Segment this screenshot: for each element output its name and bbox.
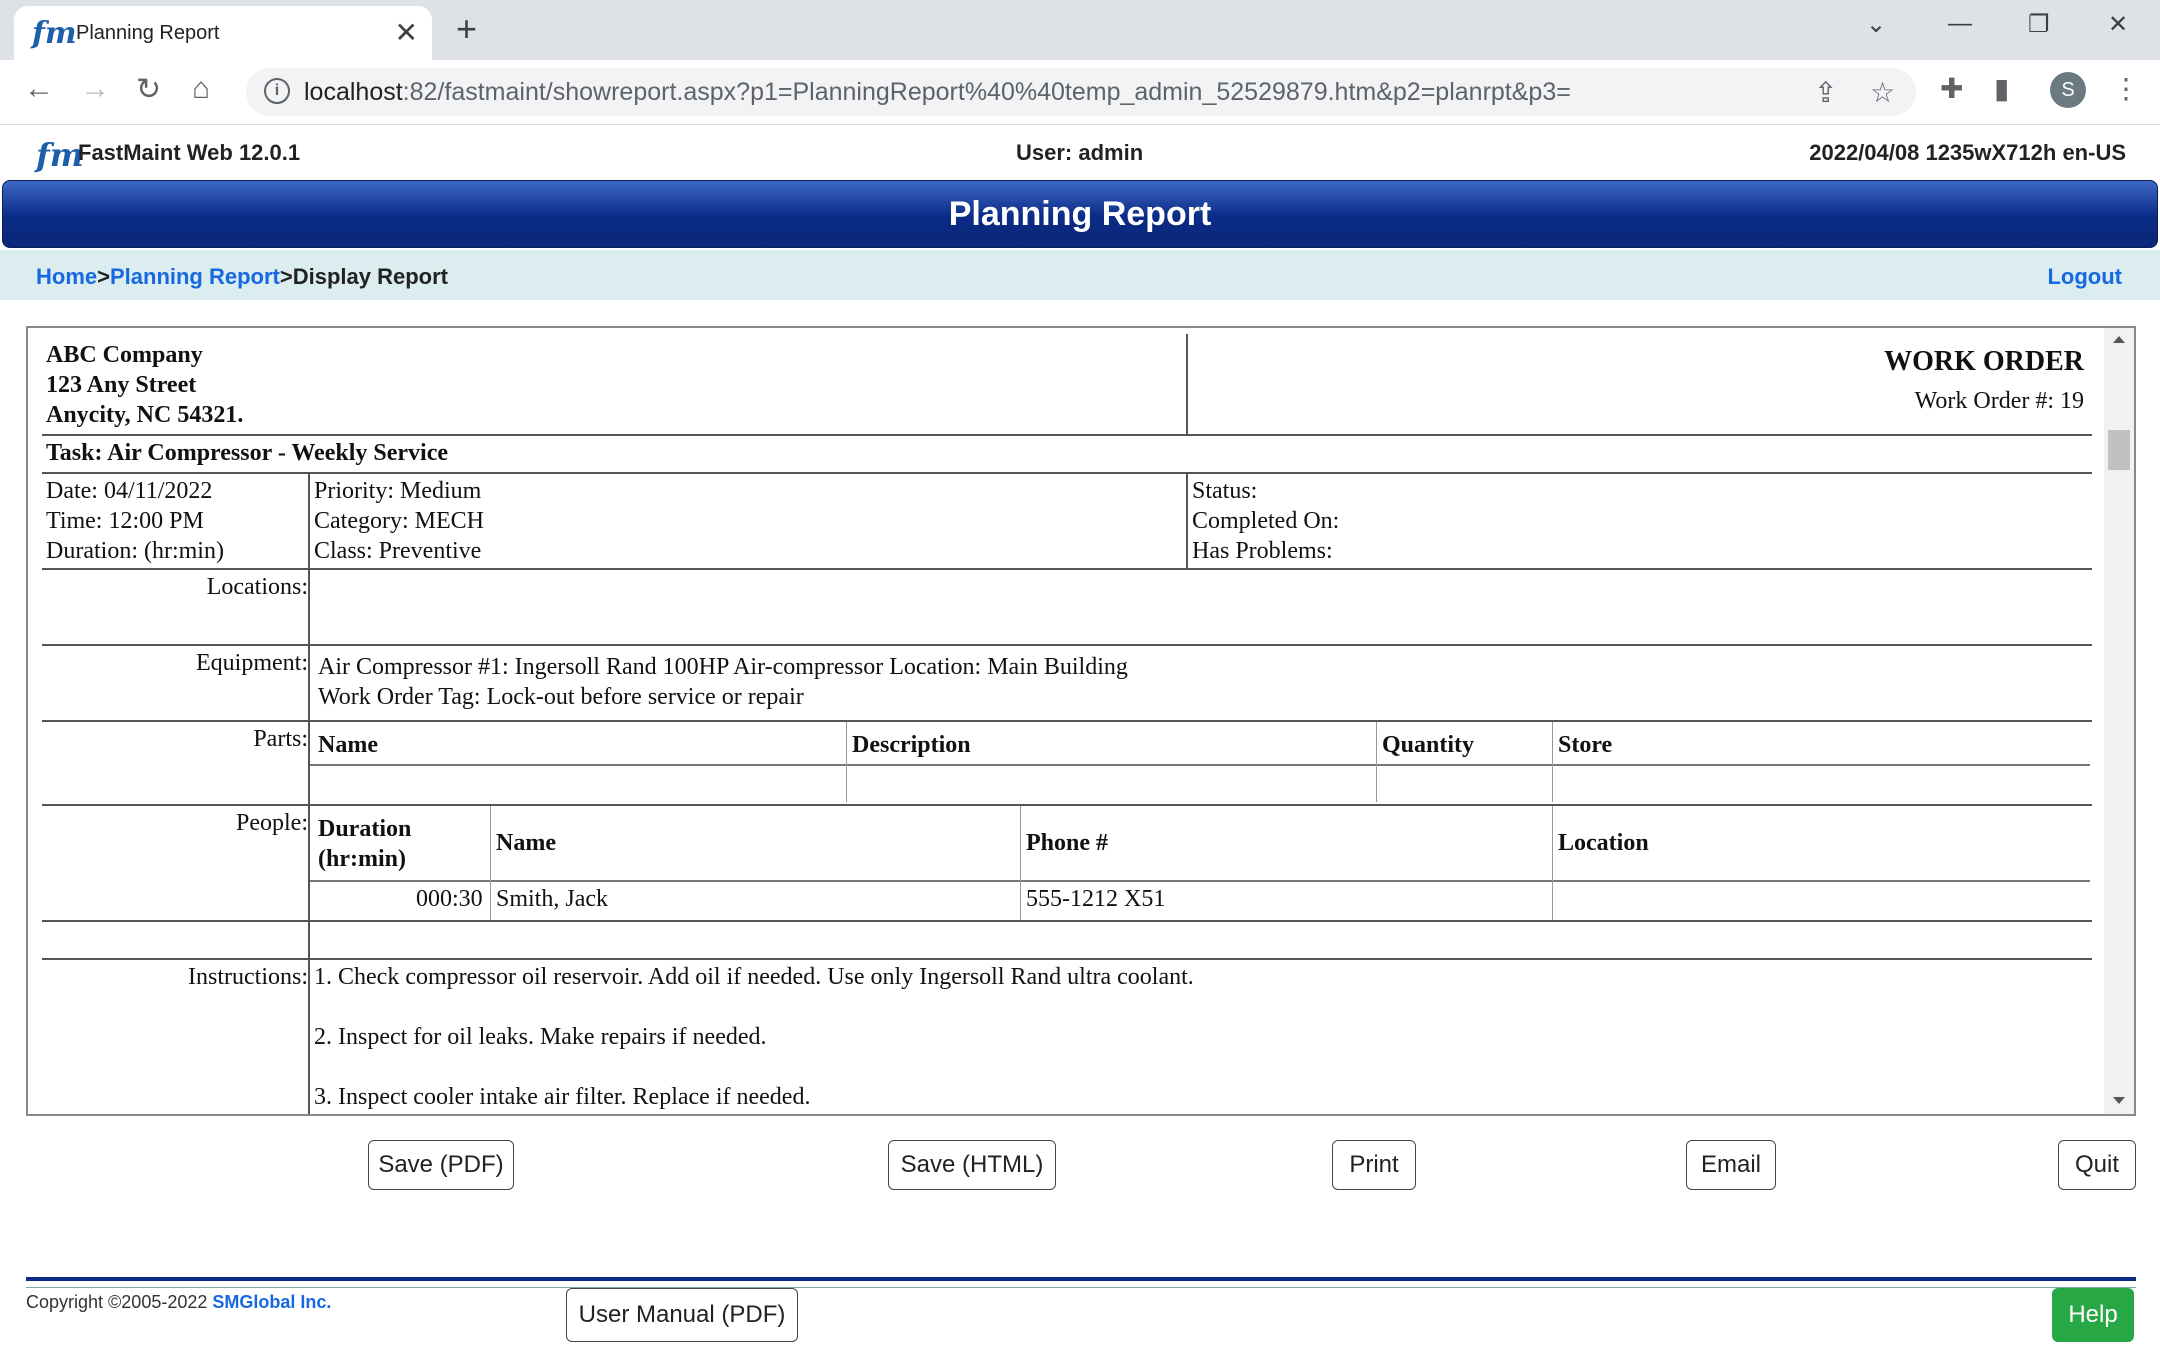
breadcrumb-separator: >: [97, 264, 110, 289]
has-problems-value: Has Problems:: [1192, 538, 1333, 564]
people-header-name: Name: [496, 830, 556, 856]
save-html-button[interactable]: Save (HTML): [888, 1140, 1056, 1190]
schedule-info: Date: 04/11/2022 Time: 12:00 PM Duration…: [46, 476, 224, 566]
status-info: Status: Completed On: Has Problems:: [1192, 476, 1339, 566]
locations-label: Locations:: [206, 574, 308, 600]
report-scrollbar[interactable]: [2104, 328, 2134, 1114]
user-manual-button[interactable]: User Manual (PDF): [566, 1288, 798, 1342]
tab-search-icon[interactable]: ⌄: [1866, 10, 1886, 39]
people-header-duration-line1: Duration: [318, 816, 412, 842]
email-button[interactable]: Email: [1686, 1140, 1776, 1190]
home-icon[interactable]: ⌂: [192, 72, 210, 106]
forward-icon[interactable]: →: [80, 72, 110, 106]
page-title-bar: Planning Report: [2, 180, 2158, 248]
breadcrumb-current: Display Report: [292, 264, 448, 289]
parts-header-description: Description: [852, 732, 971, 758]
copyright-text: Copyright ©2005-2022: [26, 1292, 213, 1312]
footer-divider: [26, 1277, 2136, 1288]
breadcrumb-planning-link[interactable]: Planning Report: [110, 264, 280, 289]
company-address: ABC Company 123 Any Street Anycity, NC 5…: [46, 340, 243, 430]
restore-icon[interactable]: ❐: [2028, 10, 2050, 39]
people-header-location: Location: [1558, 830, 1649, 856]
equipment-label: Equipment:: [196, 650, 308, 676]
instruction-item: 1. Check compressor oil reservoir. Add o…: [314, 964, 1194, 990]
tab-close-icon[interactable]: ✕: [395, 16, 418, 49]
app-header: fm FastMaint Web 12.0.1 User: admin 2022…: [0, 124, 2160, 180]
people-header-phone: Phone #: [1026, 830, 1109, 856]
parts-header-name: Name: [318, 732, 378, 758]
breadcrumb: Home>Planning Report>Display Report: [36, 264, 448, 290]
parts-header-store: Store: [1558, 732, 1613, 758]
page-title: Planning Report: [948, 195, 1212, 233]
scroll-down-arrow-icon[interactable]: [2113, 1097, 2125, 1104]
category-value: Category: MECH: [314, 508, 484, 534]
url-text[interactable]: localhost:82/fastmaint/showreport.aspx?p…: [304, 78, 1571, 107]
extensions-icon[interactable]: ✚: [1940, 72, 1963, 105]
app-name: FastMaint Web 12.0.1: [78, 140, 301, 165]
people-label: People:: [236, 810, 308, 836]
people-row-name: Smith, Jack: [496, 886, 608, 912]
date-value: Date: 04/11/2022: [46, 478, 213, 504]
time-value: Time: 12:00 PM: [46, 508, 204, 534]
duration-value: Duration: (hr:min): [46, 538, 224, 564]
classification-info: Priority: Medium Category: MECH Class: P…: [314, 476, 484, 566]
work-order-tag: Work Order Tag: Lock-out before service …: [318, 684, 804, 710]
browser-tab[interactable]: fm Planning Report ✕: [14, 6, 432, 60]
completed-on-value: Completed On:: [1192, 508, 1340, 534]
bookmark-star-icon[interactable]: ☆: [1870, 76, 1895, 109]
print-button[interactable]: Print: [1332, 1140, 1416, 1190]
scroll-thumb[interactable]: [2108, 430, 2130, 470]
save-pdf-button[interactable]: Save (PDF): [368, 1140, 514, 1190]
instruction-item: 2. Inspect for oil leaks. Make repairs i…: [314, 1024, 767, 1050]
people-header-duration: Duration (hr:min): [318, 814, 411, 874]
status-value: Status:: [1192, 478, 1258, 504]
company-city: Anycity, NC 54321.: [46, 402, 244, 428]
profile-avatar[interactable]: S: [2050, 72, 2086, 108]
people-header-duration-line2: (hr:min): [318, 846, 406, 872]
document-title: WORK ORDER: [1884, 346, 2084, 377]
people-row-duration: 000:30: [416, 886, 483, 912]
menu-kebab-icon[interactable]: ⋮: [2112, 72, 2140, 105]
company-name: ABC Company: [46, 342, 203, 368]
share-icon[interactable]: ⇪: [1814, 76, 1837, 109]
logout-link[interactable]: Logout: [2047, 264, 2122, 290]
smglobal-link[interactable]: SMGlobal Inc.: [212, 1292, 331, 1312]
parts-header-quantity: Quantity: [1382, 732, 1475, 758]
site-info-icon[interactable]: i: [264, 78, 290, 104]
company-street: 123 Any Street: [46, 372, 197, 398]
user-label: User: admin: [1016, 140, 1144, 165]
parts-label: Parts:: [253, 726, 308, 752]
copyright: Copyright ©2005-2022 SMGlobal Inc.: [26, 1292, 331, 1313]
work-order-number: Work Order #: 19: [1914, 388, 2084, 414]
help-button[interactable]: Help: [2052, 1288, 2134, 1342]
instructions-label: Instructions:: [188, 964, 308, 990]
instruction-item: 3. Inspect cooler intake air filter. Rep…: [314, 1084, 811, 1110]
back-icon[interactable]: ←: [24, 72, 54, 106]
class-value: Class: Preventive: [314, 538, 482, 564]
minimize-icon[interactable]: —: [1948, 10, 1972, 38]
priority-value: Priority: Medium: [314, 478, 482, 504]
scroll-up-arrow-icon[interactable]: [2113, 336, 2125, 343]
reload-icon[interactable]: ↻: [136, 72, 161, 107]
task-title: Task: Air Compressor - Weekly Service: [46, 440, 448, 466]
favicon-icon: fm: [32, 16, 77, 51]
equipment-line: Air Compressor #1: Ingersoll Rand 100HP …: [318, 654, 1128, 680]
breadcrumb-home-link[interactable]: Home: [36, 264, 97, 289]
side-panel-icon[interactable]: ▮: [1994, 72, 2009, 105]
new-tab-icon[interactable]: +: [456, 8, 477, 50]
session-info: 2022/04/08 1235wX712h en-US: [1809, 140, 2126, 165]
fastmaint-logo-icon: fm: [36, 136, 84, 174]
breadcrumb-bar: Home>Planning Report>Display Report Logo…: [0, 250, 2160, 300]
address-bar[interactable]: i localhost:82/fastmaint/showreport.aspx…: [246, 68, 1916, 116]
window-close-icon[interactable]: ✕: [2108, 10, 2128, 39]
breadcrumb-separator: >: [279, 264, 293, 289]
quit-button[interactable]: Quit: [2058, 1140, 2136, 1190]
tab-title: Planning Report: [76, 22, 220, 44]
people-row-phone: 555-1212 X51: [1026, 886, 1166, 912]
equipment-details: Air Compressor #1: Ingersoll Rand 100HP …: [318, 652, 1128, 712]
report-frame[interactable]: ABC Company 123 Any Street Anycity, NC 5…: [26, 326, 2136, 1116]
